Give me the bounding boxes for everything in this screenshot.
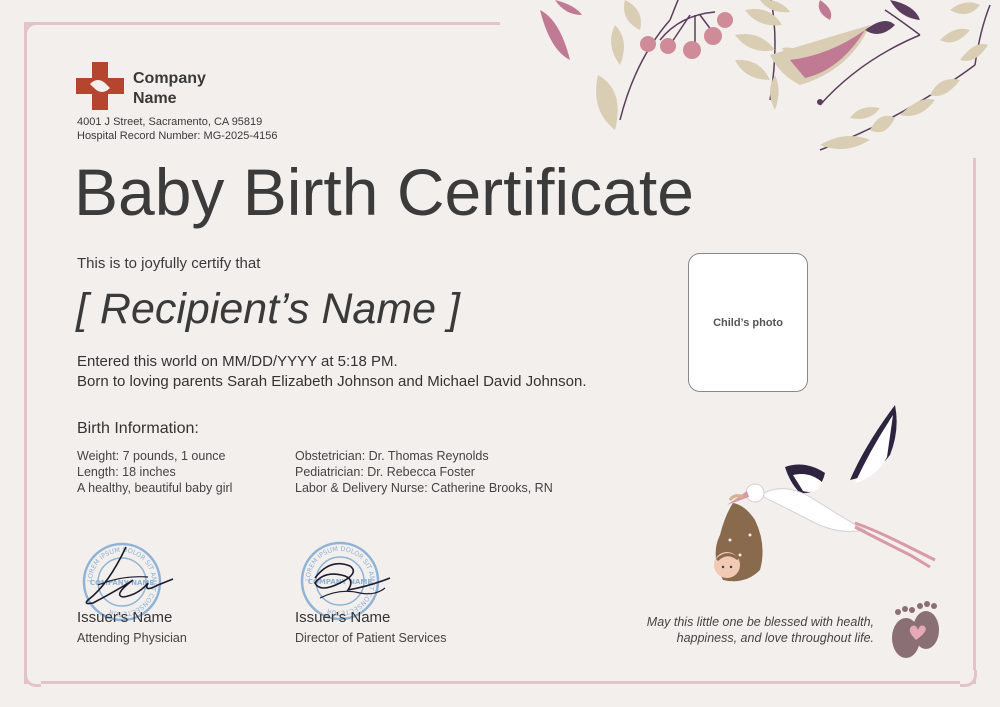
company-address: 4001 J Street, Sacramento, CA 95819 bbox=[77, 116, 263, 128]
birth-statement: Entered this world on MM/DD/YYYY at 5:18… bbox=[77, 352, 586, 392]
birth-info-left-column: Weight: 7 pounds, 1 ounce Length: 18 inc… bbox=[77, 448, 232, 496]
frame-top-border bbox=[24, 22, 500, 25]
issuer-name-director: Issuer's Name bbox=[295, 609, 391, 626]
certificate-title: Baby Birth Certificate bbox=[74, 155, 694, 229]
frame-right-border bbox=[973, 158, 976, 684]
director-signature bbox=[314, 562, 391, 599]
hospital-record-number: Hospital Record Number: MG-2025-4156 bbox=[77, 130, 278, 142]
birth-weight: Weight: 7 pounds, 1 ounce bbox=[77, 449, 226, 463]
physician-signature bbox=[85, 546, 174, 605]
frame-corner bbox=[24, 22, 41, 39]
floral-decoration bbox=[540, 0, 991, 151]
obstetrician: Obstetrician: Dr. Thomas Reynolds bbox=[295, 449, 489, 463]
frame-corner bbox=[24, 670, 41, 687]
frame-corner bbox=[960, 670, 977, 687]
birth-length: Length: 18 inches bbox=[77, 465, 176, 479]
birth-info-right-column: Obstetrician: Dr. Thomas Reynolds Pediat… bbox=[295, 448, 553, 496]
company-name: Company Name bbox=[133, 70, 206, 107]
child-photo-placeholder: Child’s photo bbox=[688, 253, 808, 392]
issuer-role-physician: Attending Physician bbox=[77, 631, 187, 645]
parents-line: Born to loving parents Sarah Elizabeth J… bbox=[77, 373, 587, 390]
blessing-line-1: May this little one be blessed with heal… bbox=[646, 615, 874, 629]
blessing-line-2: happiness, and love throughout life. bbox=[676, 631, 874, 645]
baby-footprints-icon bbox=[892, 601, 939, 658]
pediatrician: Pediatrician: Dr. Rebecca Foster bbox=[295, 465, 475, 479]
issuer-role-director: Director of Patient Services bbox=[295, 631, 447, 645]
birth-information-heading: Birth Information: bbox=[77, 420, 199, 437]
certify-intro: This is to joyfully certify that bbox=[77, 255, 261, 272]
delivery-nurse: Labor & Delivery Nurse: Catherine Brooks… bbox=[295, 481, 553, 495]
company-address-block: 4001 J Street, Sacramento, CA 95819 Hosp… bbox=[77, 115, 278, 143]
recipient-name: [ Recipient’s Name ] bbox=[76, 285, 460, 333]
issuer-name-physician: Issuer's Name bbox=[77, 609, 173, 626]
birth-date-line: Entered this world on MM/DD/YYYY at 5:18… bbox=[77, 353, 398, 370]
baby-description: A healthy, beautiful baby girl bbox=[77, 481, 233, 495]
hospital-cross-logo-icon bbox=[76, 62, 124, 110]
frame-left-border bbox=[24, 22, 27, 684]
blessing-message: May this little one be blessed with heal… bbox=[610, 614, 874, 646]
stork-carrying-baby-illustration bbox=[714, 405, 936, 582]
child-photo-label: Child’s photo bbox=[713, 316, 783, 329]
frame-bottom-border bbox=[24, 681, 976, 684]
